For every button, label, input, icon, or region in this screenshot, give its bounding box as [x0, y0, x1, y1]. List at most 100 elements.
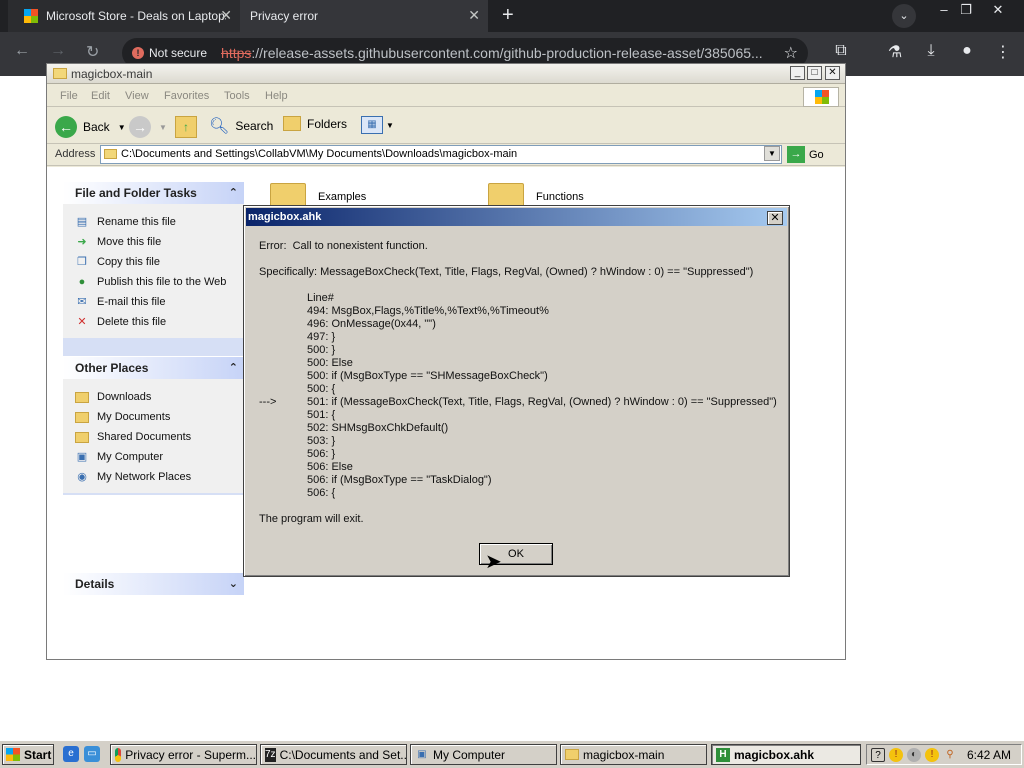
code-line: 500: if (MsgBoxType == "SHMessageBoxChec… [307, 370, 548, 382]
places-panel-header[interactable]: Other Places ⌃ [63, 357, 244, 379]
collapse-icon[interactable]: ⌃ [229, 182, 238, 204]
menu-favorites[interactable]: Favorites [164, 90, 209, 102]
place-my-computer[interactable]: ▣ My Computer [75, 447, 244, 467]
menu-tools[interactable]: Tools [224, 90, 250, 102]
url-scheme: https [221, 45, 252, 61]
show-desktop-icon[interactable]: ▭ [84, 746, 100, 762]
restore-icon[interactable]: ❐ [950, 0, 982, 22]
extensions-icon[interactable]: ⧉ [830, 42, 852, 64]
search-button[interactable]: 🔍︎ Search [209, 116, 273, 136]
go-arrow-icon: → [787, 146, 805, 163]
line-header: Line# [307, 292, 334, 304]
place-my-network[interactable]: ◉ My Network Places [75, 467, 244, 487]
security-shield-icon[interactable]: ! [889, 747, 903, 762]
folder-icon [75, 411, 89, 423]
task-label: Move this file [97, 236, 162, 248]
tab-microsoft-store[interactable]: Microsoft Store - Deals on Laptops ✕ [8, 0, 240, 32]
close-tab-icon[interactable]: ✕ [468, 7, 480, 24]
task-rename[interactable]: ▤ Rename this file [75, 212, 244, 232]
clock: 6:42 AM [966, 748, 1011, 762]
close-button[interactable]: ✕ [767, 211, 783, 225]
menu-help[interactable]: Help [265, 90, 288, 102]
network-icon[interactable]: ◐ [907, 747, 921, 762]
tasks-panel-header[interactable]: File and Folder Tasks ⌃ [63, 182, 244, 204]
new-tab-button[interactable]: + [502, 4, 514, 27]
download-icon[interactable]: ⤓ [920, 42, 942, 64]
task-magicbox-main[interactable]: magicbox-main [560, 744, 707, 765]
security-badge[interactable]: ! Not secure [132, 46, 207, 60]
profile-icon[interactable]: ● [956, 42, 978, 64]
globe-icon: ● [78, 276, 86, 288]
task-my-computer[interactable]: ▣ My Computer [410, 744, 557, 765]
close-tab-icon[interactable]: ✕ [220, 7, 232, 24]
tab-privacy-error[interactable]: Privacy error ✕ [240, 0, 488, 32]
close-button[interactable]: ✕ [825, 66, 840, 80]
network-icon: ◉ [77, 471, 87, 483]
details-panel: Details ⌄ [62, 572, 245, 596]
window-title: magicbox-main [71, 67, 153, 81]
copy-icon: ❐ [77, 256, 87, 268]
internet-explorer-icon[interactable]: e [63, 746, 79, 762]
folder-label: Examples [318, 191, 367, 203]
menu-file[interactable]: File [60, 90, 78, 102]
windows-flag-icon [803, 87, 839, 107]
help-icon[interactable]: ? [871, 747, 885, 762]
dialog-titlebar[interactable]: magicbox.ahk ✕ [246, 208, 787, 226]
task-label: Privacy error - Superm... [125, 747, 256, 762]
chevron-down-icon[interactable]: ▼ [159, 123, 167, 132]
menu-dots-icon[interactable]: ⋮ [992, 42, 1014, 64]
place-my-documents[interactable]: My Documents [75, 407, 244, 427]
task-move[interactable]: ➜ Move this file [75, 232, 244, 252]
tab-title: Microsoft Store - Deals on Laptops [46, 9, 226, 23]
forward-button[interactable]: → ▼ [129, 116, 167, 138]
code-line: 500: } [307, 344, 336, 356]
folder-icon [75, 431, 89, 443]
menu-edit[interactable]: Edit [91, 90, 110, 102]
reload-icon[interactable]: ↻ [86, 42, 99, 62]
chevron-down-icon[interactable]: ▼ [764, 146, 780, 161]
tab-search-button[interactable]: ⌄ [892, 4, 916, 28]
warning-shield-icon[interactable]: ! [925, 747, 939, 762]
folder-icon [565, 749, 579, 760]
panel-title: Details [75, 577, 115, 591]
task-copy[interactable]: ❐ Copy this file [75, 252, 244, 272]
start-button[interactable]: Start [2, 744, 54, 765]
address-field[interactable]: C:\Documents and Settings\CollabVM\My Do… [100, 145, 782, 164]
collapse-icon[interactable]: ⌃ [229, 357, 238, 379]
up-folder-button[interactable]: ↑ [175, 116, 197, 138]
expand-icon[interactable]: ⌄ [229, 573, 238, 595]
maximize-button[interactable]: □ [807, 66, 822, 80]
task-publish[interactable]: ● Publish this file to the Web [75, 272, 244, 292]
security-label: Not secure [149, 46, 208, 60]
labs-flask-icon[interactable]: ⚗ [884, 42, 906, 64]
forward-arrow-icon: → [129, 116, 151, 138]
back-arrow-icon[interactable]: ← [14, 42, 30, 60]
place-downloads[interactable]: Downloads [75, 387, 244, 407]
folders-button[interactable]: Folders [283, 116, 347, 131]
menu-view[interactable]: View [125, 90, 149, 102]
back-arrow-icon: ← [55, 116, 77, 138]
explorer-titlebar[interactable]: magicbox-main _ □ ✕ [47, 64, 845, 84]
task-cmd[interactable]: 7z C:\Documents and Set... [260, 744, 407, 765]
rename-icon: ▤ [76, 216, 88, 228]
go-button[interactable]: → Go [787, 146, 824, 163]
code-line-error: 501: if (MessageBoxCheck(Text, Title, Fl… [307, 396, 777, 408]
url-text[interactable]: https://release-assets.githubusercontent… [221, 45, 771, 61]
task-delete[interactable]: ✕ Delete this file [75, 312, 244, 332]
details-panel-header[interactable]: Details ⌄ [63, 573, 244, 595]
views-button[interactable]: ▦ ▼ [361, 116, 394, 134]
back-button[interactable]: ← Back ▼ [55, 116, 126, 138]
bookmark-star-icon[interactable]: ☆ [784, 43, 798, 63]
forward-arrow-icon[interactable]: → [50, 42, 66, 60]
minimize-button[interactable]: _ [790, 66, 805, 80]
dialog-title: magicbox.ahk [248, 211, 322, 223]
task-magicbox-ahk[interactable]: H magicbox.ahk [711, 744, 861, 765]
chevron-down-icon[interactable]: ▼ [118, 123, 126, 132]
task-email[interactable]: ✉ E-mail this file [75, 292, 244, 312]
close-window-icon[interactable]: ✕ [982, 0, 1014, 22]
search-magnifier-icon[interactable]: ⚲ [943, 748, 957, 762]
task-privacy-error[interactable]: Privacy error - Superm... [110, 744, 257, 765]
chrome-icon [115, 747, 122, 762]
error-arrow: ---> [259, 396, 277, 408]
place-shared-documents[interactable]: Shared Documents [75, 427, 244, 447]
